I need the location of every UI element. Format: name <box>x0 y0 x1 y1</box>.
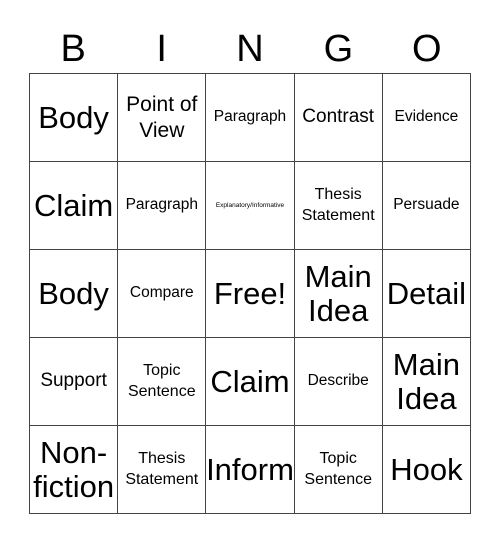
header-letter-o: O <box>412 28 442 70</box>
bingo-cell[interactable]: Explanatory/Informative <box>206 162 295 250</box>
free-space-cell[interactable]: Free! <box>206 250 295 338</box>
bingo-cell[interactable]: Main Idea <box>382 338 471 426</box>
bingo-cell[interactable]: Paragraph <box>118 162 207 250</box>
bingo-cell[interactable]: Topic Sentence <box>118 338 207 426</box>
bingo-cell[interactable]: Support <box>30 338 119 426</box>
bingo-cell[interactable]: Body <box>30 74 119 162</box>
bingo-cell[interactable]: Detail <box>382 250 471 338</box>
header-letter-n: N <box>236 28 264 70</box>
bingo-cell[interactable]: Describe <box>294 338 383 426</box>
bingo-grid: Body Point of View Paragraph Contrast Ev… <box>29 73 471 514</box>
bingo-cell[interactable]: Body <box>30 250 119 338</box>
header-letter-b: B <box>60 28 86 70</box>
bingo-cell[interactable]: Hook <box>382 426 471 514</box>
bingo-cell[interactable]: Claim <box>206 338 295 426</box>
bingo-cell[interactable]: Topic Sentence <box>294 426 383 514</box>
bingo-cell[interactable]: Non-fiction <box>30 426 119 514</box>
bingo-cell[interactable]: Inform <box>206 426 295 514</box>
header-letter-i: I <box>156 28 167 70</box>
bingo-cell[interactable]: Thesis Statement <box>294 162 383 250</box>
bingo-cell[interactable]: Thesis Statement <box>118 426 207 514</box>
bingo-cell[interactable]: Contrast <box>294 74 383 162</box>
bingo-cell[interactable]: Main Idea <box>294 250 383 338</box>
bingo-header: B I N G O <box>29 24 471 74</box>
bingo-cell[interactable]: Evidence <box>382 74 471 162</box>
bingo-cell[interactable]: Paragraph <box>206 74 295 162</box>
bingo-cell[interactable]: Persuade <box>382 162 471 250</box>
header-letter-g: G <box>323 28 354 70</box>
bingo-cell[interactable]: Point of View <box>118 74 207 162</box>
bingo-cell[interactable]: Claim <box>30 162 119 250</box>
bingo-cell[interactable]: Compare <box>118 250 207 338</box>
